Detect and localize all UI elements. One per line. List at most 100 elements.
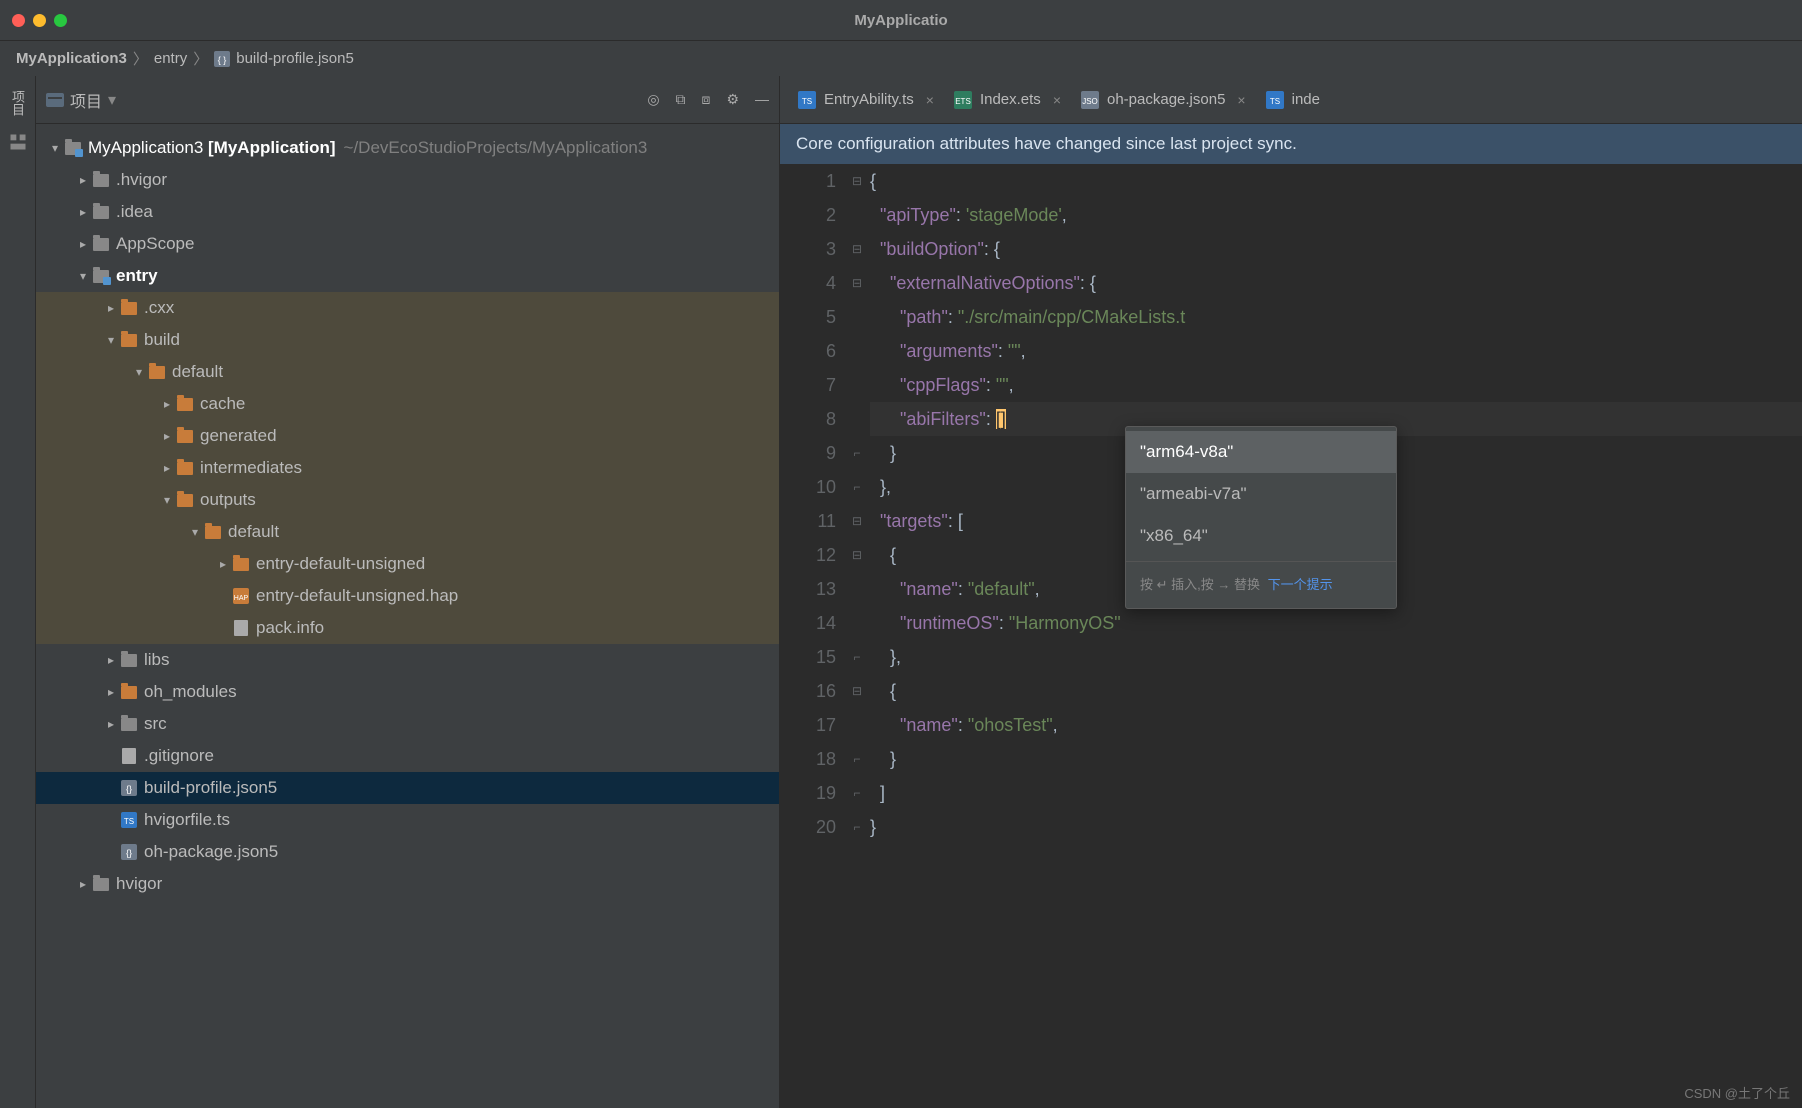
file-json-icon: {} — [120, 843, 138, 861]
tree-node[interactable]: ▸generated — [36, 420, 779, 452]
tree-label: outputs — [200, 490, 256, 510]
tree-node[interactable]: .gitignore — [36, 740, 779, 772]
folder-or-icon — [232, 555, 250, 573]
tree-label: .idea — [116, 202, 153, 222]
tree-label: oh-package.json5 — [144, 842, 278, 862]
fold-column[interactable]: ⊟⊟⊟⌐⌐⊟⊟⌐⊟⌐⌐⌐ — [848, 164, 866, 1108]
tree-twistie[interactable]: ▸ — [158, 461, 176, 475]
folder-icon — [92, 203, 110, 221]
tree-node[interactable]: ▾ default — [36, 516, 779, 548]
tree-node[interactable]: ▸ entry-default-unsigned — [36, 548, 779, 580]
breadcrumb-segment[interactable]: { } build-profile.json5 — [214, 50, 354, 67]
tree-twistie[interactable]: ▸ — [102, 717, 120, 731]
tree-label: intermediates — [200, 458, 302, 478]
tree-twistie[interactable]: ▸ — [158, 397, 176, 411]
tree-twistie[interactable]: ▸ — [158, 429, 176, 443]
tree-node[interactable]: ▸hvigor — [36, 868, 779, 900]
tree-node[interactable]: ▾entry — [36, 260, 779, 292]
tree-twistie[interactable]: ▾ — [102, 333, 120, 347]
code-editor[interactable]: 1234567891011121314151617181920 ⊟⊟⊟⌐⌐⊟⊟⌐… — [780, 164, 1802, 1108]
editor-tab[interactable]: ETSIndex.ets× — [944, 76, 1071, 123]
folder-icon — [92, 875, 110, 893]
next-hint-link[interactable]: 下一个提示 — [1268, 577, 1333, 592]
tree-label: AppScope — [116, 234, 194, 254]
tree-label: default — [228, 522, 279, 542]
project-tree[interactable]: ▾ MyApplication3 [MyApplication] ~/DevEc… — [36, 124, 779, 1108]
svg-text:JSO: JSO — [1082, 97, 1098, 106]
tree-node[interactable]: pack.info — [36, 612, 779, 644]
breadcrumb-segment[interactable]: MyApplication3 — [16, 50, 127, 67]
tree-node[interactable]: ▾default — [36, 356, 779, 388]
tree-node[interactable]: {} oh-package.json5 — [36, 836, 779, 868]
tree-twistie[interactable]: ▸ — [102, 685, 120, 699]
completion-option[interactable]: "arm64-v8a" — [1126, 431, 1396, 473]
settings-icon[interactable]: ⚙ — [726, 91, 739, 108]
tree-node[interactable]: ▸ oh_modules — [36, 676, 779, 708]
completion-popup[interactable]: "arm64-v8a""armeabi-v7a""x86_64" 按 ↵ 插入,… — [1125, 426, 1397, 609]
tree-node[interactable]: ▸ intermediates — [36, 452, 779, 484]
tree-node[interactable]: ▸.hvigor — [36, 164, 779, 196]
tree-label: .cxx — [144, 298, 174, 318]
editor-tab[interactable]: TSEntryAbility.ts× — [788, 76, 944, 123]
project-tool-tab[interactable]: 项目 — [6, 84, 29, 122]
collapse-all-icon[interactable]: ⧉ — [676, 91, 686, 108]
module-icon — [64, 139, 82, 157]
tree-label: entry-default-unsigned — [256, 554, 425, 574]
editor-tab[interactable]: TSinde — [1256, 76, 1330, 123]
tree-twistie[interactable]: ▾ — [158, 493, 176, 507]
tree-node[interactable]: ▸ .idea — [36, 196, 779, 228]
svg-text:{ }: { } — [218, 55, 227, 65]
structure-icon[interactable] — [8, 132, 28, 152]
tree-label: oh_modules — [144, 682, 237, 702]
folder-icon — [92, 171, 110, 189]
tree-root[interactable]: ▾ MyApplication3 [MyApplication] ~/DevEc… — [36, 132, 779, 164]
tree-node[interactable]: ▸ .cxx — [36, 292, 779, 324]
tree-node[interactable]: TShvigorfile.ts — [36, 804, 779, 836]
folder-or-icon — [176, 395, 194, 413]
chevron-down-icon[interactable]: ▾ — [46, 141, 64, 155]
tree-node[interactable]: HAPentry-default-unsigned.hap — [36, 580, 779, 612]
svg-text:HAP: HAP — [234, 595, 249, 602]
minimize-window-icon[interactable] — [33, 14, 46, 27]
completion-option[interactable]: "x86_64" — [1126, 515, 1396, 557]
close-tab-icon[interactable]: × — [926, 92, 934, 108]
tree-node[interactable]: ▸src — [36, 708, 779, 740]
chevron-down-icon[interactable]: ▾ — [108, 90, 116, 110]
close-tab-icon[interactable]: × — [1237, 92, 1245, 108]
folder-tag-icon — [92, 267, 110, 285]
tree-twistie[interactable]: ▾ — [186, 525, 204, 539]
tree-twistie[interactable]: ▸ — [74, 205, 92, 219]
expand-all-icon[interactable]: ⧈ — [702, 91, 711, 108]
code-content[interactable]: { "apiType": 'stageMode', "buildOption":… — [866, 164, 1802, 1108]
tree-label: libs — [144, 650, 170, 670]
tree-label: .gitignore — [144, 746, 214, 766]
tree-twistie[interactable]: ▸ — [74, 877, 92, 891]
tree-twistie[interactable]: ▾ — [130, 365, 148, 379]
folder-or-icon — [176, 459, 194, 477]
close-tab-icon[interactable]: × — [1053, 92, 1061, 108]
folder-or-icon — [120, 683, 138, 701]
maximize-window-icon[interactable] — [54, 14, 67, 27]
tree-node[interactable]: ▾build — [36, 324, 779, 356]
folder-or-icon — [176, 491, 194, 509]
tree-node[interactable]: ▾ outputs — [36, 484, 779, 516]
close-window-icon[interactable] — [12, 14, 25, 27]
breadcrumb-segment[interactable]: entry — [154, 50, 187, 67]
tree-node[interactable]: ▸ AppScope — [36, 228, 779, 260]
target-icon[interactable]: ◎ — [647, 91, 659, 108]
completion-option[interactable]: "armeabi-v7a" — [1126, 473, 1396, 515]
minimize-panel-icon[interactable]: — — [755, 91, 769, 108]
file-icon — [120, 747, 138, 765]
tree-node[interactable]: ▸cache — [36, 388, 779, 420]
tree-node[interactable]: {}build-profile.json5 — [36, 772, 779, 804]
tree-label: pack.info — [256, 618, 324, 638]
tree-twistie[interactable]: ▸ — [74, 237, 92, 251]
editor-tab[interactable]: JSOoh-package.json5× — [1071, 76, 1256, 123]
tree-twistie[interactable]: ▸ — [102, 653, 120, 667]
tree-twistie[interactable]: ▸ — [214, 557, 232, 571]
tree-twistie[interactable]: ▸ — [74, 173, 92, 187]
tree-twistie[interactable]: ▸ — [102, 301, 120, 315]
tree-node[interactable]: ▸ libs — [36, 644, 779, 676]
project-panel-title: 项目 — [70, 88, 102, 112]
tree-twistie[interactable]: ▾ — [74, 269, 92, 283]
